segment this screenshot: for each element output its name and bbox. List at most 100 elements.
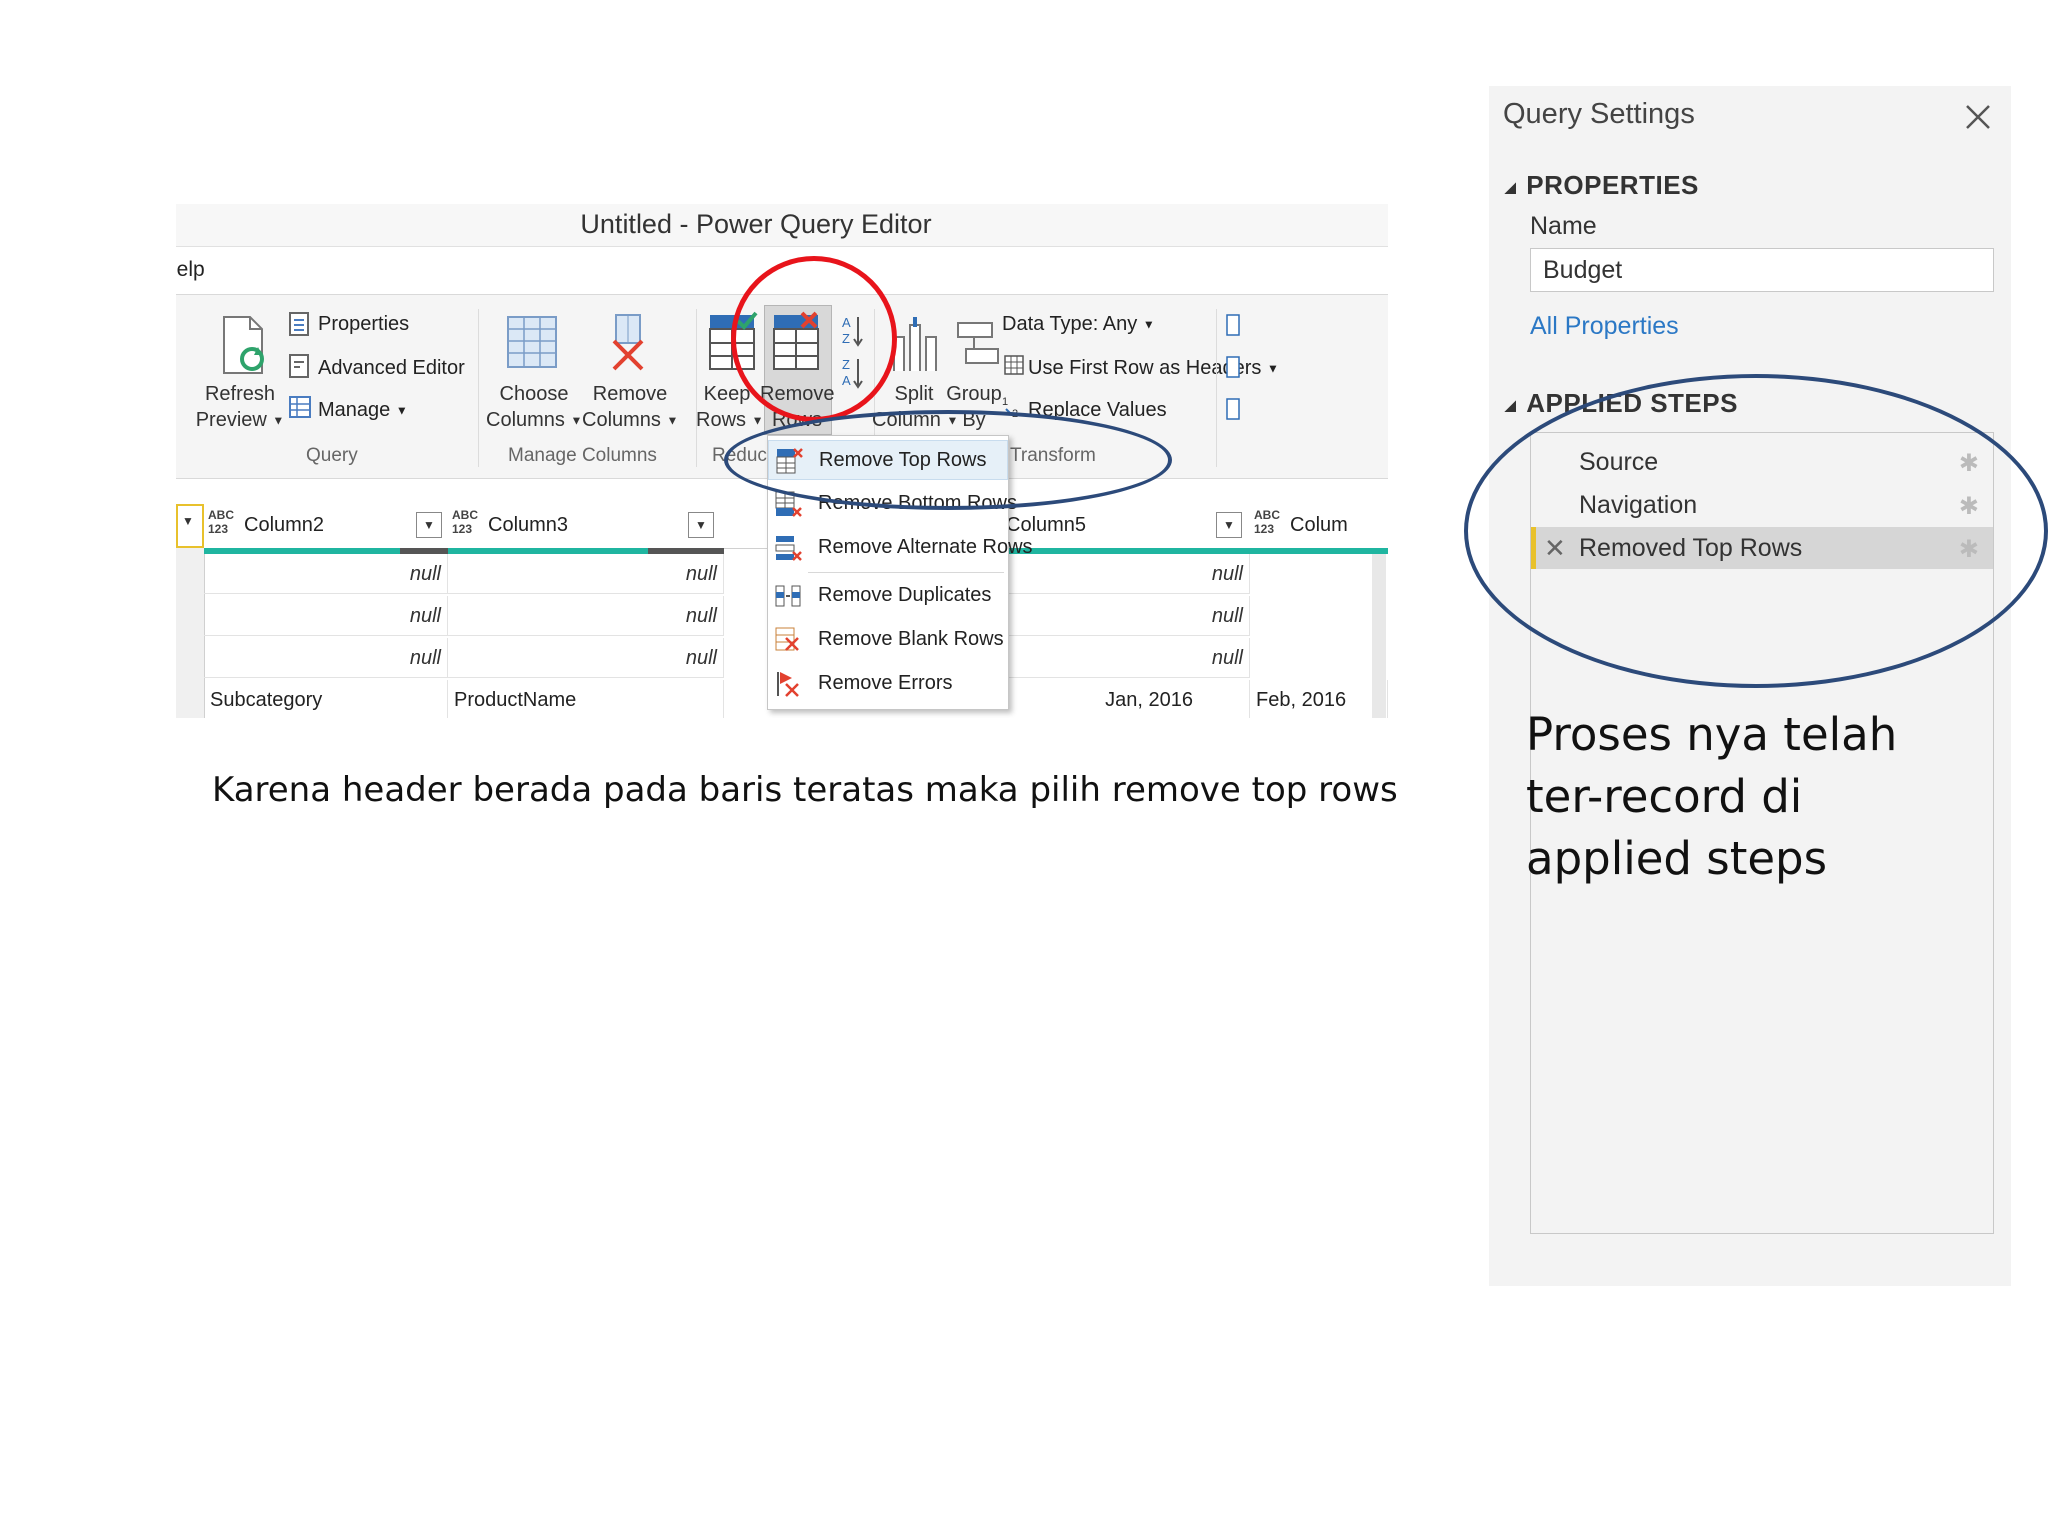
group-label-query: Query bbox=[306, 445, 358, 466]
replace-values-button[interactable]: Replace Values bbox=[1028, 399, 1167, 422]
query-name-input[interactable] bbox=[1530, 248, 1994, 292]
remove-top-rows-icon bbox=[775, 447, 803, 475]
remove-rows-icon[interactable] bbox=[772, 311, 822, 378]
step-removed-top-rows[interactable]: ✕ Removed Top Rows ✱ bbox=[1531, 527, 1993, 569]
title-bar: Untitled - Power Query Editor bbox=[176, 204, 1388, 247]
group-label-transform: Transform bbox=[1010, 445, 1096, 466]
menu-item-label: Remove Blank Rows bbox=[818, 628, 1004, 650]
choose-columns-label-1: Choose bbox=[499, 383, 569, 405]
group-by-label-2: By bbox=[962, 409, 986, 431]
group-label-reduce-rows: Reduc bbox=[712, 445, 767, 466]
column-header-column5[interactable]: Column5 ▼ bbox=[1000, 504, 1251, 549]
remove-columns-button[interactable]: Remove Columns ▼ bbox=[582, 381, 678, 434]
delete-step-icon[interactable]: ✕ bbox=[1544, 533, 1566, 564]
collapse-triangle-icon: ◢ bbox=[1505, 396, 1517, 413]
column-select-all[interactable]: ▼ bbox=[176, 504, 204, 548]
remove-bottom-rows-icon bbox=[774, 490, 802, 518]
keep-rows-icon[interactable] bbox=[708, 311, 758, 378]
remove-rows-button[interactable]: Remove Rows bbox=[760, 381, 834, 433]
vertical-scrollbar[interactable] bbox=[1372, 554, 1386, 718]
column-header-column6[interactable]: ABC 123 Colum bbox=[1250, 504, 1388, 549]
all-properties-link[interactable]: All Properties bbox=[1530, 312, 1679, 341]
step-navigation[interactable]: Navigation ✱ bbox=[1531, 484, 1993, 526]
refresh-preview-button[interactable]: Refresh Preview ▼ bbox=[194, 381, 286, 434]
close-icon[interactable] bbox=[1961, 100, 1995, 134]
chevron-down-icon: ▼ bbox=[1142, 317, 1155, 332]
gear-icon[interactable]: ✱ bbox=[1959, 449, 1979, 478]
sort-ascending-icon[interactable]: AZ bbox=[840, 313, 864, 354]
menu-item-label: Remove Top Rows bbox=[819, 449, 987, 471]
svg-text:Z: Z bbox=[842, 357, 850, 372]
column-name: Colum bbox=[1290, 514, 1348, 536]
group-by-icon[interactable] bbox=[956, 317, 1000, 378]
column-name: Column5 bbox=[1006, 514, 1087, 536]
use-first-row-as-headers-button[interactable]: Use First Row as Headers ▼ bbox=[1028, 357, 1279, 380]
caption-text: Karena header berada pada baris teratas … bbox=[212, 770, 1398, 810]
column-filter-dropdown[interactable]: ▼ bbox=[416, 512, 442, 538]
table-cell: null bbox=[448, 638, 724, 678]
split-column-label-2: Column bbox=[872, 409, 941, 431]
menu-bar: lelp bbox=[176, 248, 1388, 295]
column-name: Column3 bbox=[488, 514, 569, 536]
refresh-label-2: Preview bbox=[195, 409, 267, 431]
menu-item-label: Remove Duplicates bbox=[818, 584, 992, 606]
menu-item-remove-errors[interactable]: Remove Errors bbox=[768, 664, 1008, 704]
table-cell: Feb, 2016 bbox=[1250, 680, 1388, 718]
table-cell: null bbox=[204, 596, 448, 636]
group-label-manage-columns: Manage Columns bbox=[508, 445, 657, 466]
step-label: Navigation bbox=[1579, 491, 1698, 519]
column-header-column2[interactable]: ABC 123 Column2 ▼ bbox=[204, 504, 449, 549]
menu-item-remove-blank-rows[interactable]: Remove Blank Rows bbox=[768, 620, 1008, 660]
menu-item-label: Remove Bottom Rows bbox=[818, 492, 1017, 514]
annotation-note: Proses nya telah ter-record di applied s… bbox=[1526, 708, 1898, 885]
chevron-down-icon: ▼ bbox=[182, 514, 194, 528]
step-label: Source bbox=[1579, 448, 1659, 476]
remove-duplicates-icon bbox=[774, 582, 802, 610]
type-any-icon: ABC 123 bbox=[452, 508, 478, 536]
column-header-column3[interactable]: ABC 123 Column3 ▼ bbox=[448, 504, 725, 549]
split-column-label-1: Split bbox=[894, 383, 934, 405]
split-column-icon[interactable] bbox=[890, 315, 938, 378]
manage-label: Manage bbox=[318, 399, 391, 421]
data-type-label: Data Type: Any bbox=[1002, 313, 1138, 335]
refresh-preview-icon[interactable] bbox=[220, 315, 268, 380]
column-filter-dropdown[interactable]: ▼ bbox=[688, 512, 714, 538]
data-type-dropdown[interactable]: Data Type: Any ▼ bbox=[1002, 313, 1155, 336]
gear-icon[interactable]: ✱ bbox=[1959, 535, 1979, 564]
menu-item-remove-duplicates[interactable]: Remove Duplicates bbox=[768, 576, 1008, 616]
chevron-down-icon: ▼ bbox=[570, 413, 583, 428]
combine-icon[interactable] bbox=[1226, 311, 1240, 436]
menu-item-remove-bottom-rows[interactable]: Remove Bottom Rows bbox=[768, 484, 1017, 524]
chevron-down-icon: ▼ bbox=[666, 413, 679, 428]
column-name: Column2 bbox=[244, 514, 325, 536]
properties-button[interactable]: Properties bbox=[318, 313, 409, 336]
menu-item-remove-top-rows[interactable]: Remove Top Rows bbox=[768, 440, 1008, 480]
gear-icon[interactable]: ✱ bbox=[1959, 492, 1979, 521]
chevron-down-icon: ▼ bbox=[272, 413, 285, 428]
split-column-button[interactable]: Split Column ▼ bbox=[872, 381, 958, 434]
remove-rows-dropdown-menu: Remove Top Rows Remove Bottom Rows Remov… bbox=[767, 435, 1033, 710]
remove-rows-label-2: Rows bbox=[771, 409, 822, 431]
sort-descending-icon[interactable]: ZA bbox=[840, 355, 864, 396]
table-cell: Subcategory bbox=[204, 680, 448, 718]
properties-section-header[interactable]: ◢ PROPERTIES bbox=[1505, 170, 1699, 201]
window-title: Untitled - Power Query Editor bbox=[580, 209, 932, 239]
remove-columns-icon[interactable] bbox=[606, 313, 650, 378]
column-filter-dropdown[interactable]: ▼ bbox=[1216, 512, 1242, 538]
collapse-triangle-icon: ◢ bbox=[1505, 178, 1517, 195]
applied-steps-section-header[interactable]: ◢ APPLIED STEPS bbox=[1505, 388, 1738, 419]
choose-columns-button[interactable]: Choose Columns ▼ bbox=[486, 381, 582, 434]
chevron-down-icon: ▼ bbox=[1266, 361, 1279, 376]
choose-columns-icon[interactable] bbox=[506, 315, 558, 376]
menu-tab-help[interactable]: lelp bbox=[176, 258, 205, 282]
power-query-editor-window: Untitled - Power Query Editor lelp Refre… bbox=[176, 204, 1388, 718]
manage-button[interactable]: Manage ▼ bbox=[318, 399, 408, 422]
menu-item-label: Remove Alternate Rows bbox=[818, 536, 1033, 558]
group-by-button[interactable]: Group By bbox=[946, 381, 1002, 433]
keep-rows-button[interactable]: Keep Rows ▼ bbox=[696, 381, 763, 434]
step-source[interactable]: Source ✱ bbox=[1531, 441, 1993, 483]
replace-values-icon: 12 bbox=[1002, 395, 1024, 424]
keep-rows-label-1: Keep bbox=[703, 383, 751, 405]
menu-item-remove-alternate-rows[interactable]: Remove Alternate Rows bbox=[768, 528, 1033, 568]
advanced-editor-button[interactable]: Advanced Editor bbox=[318, 357, 465, 380]
